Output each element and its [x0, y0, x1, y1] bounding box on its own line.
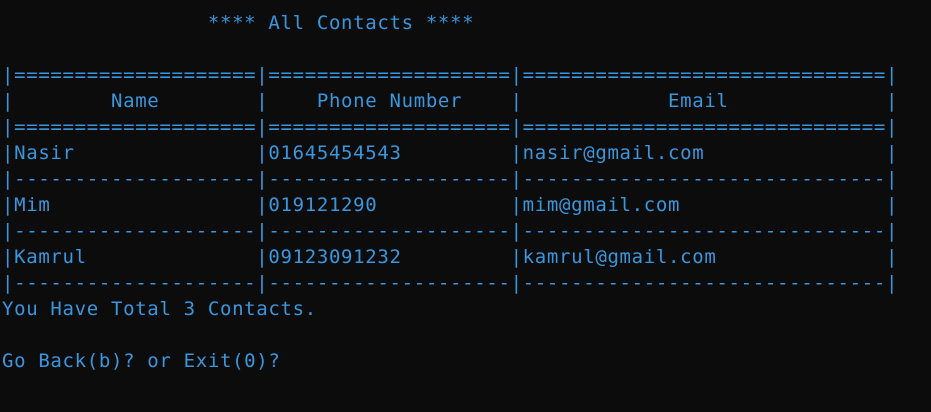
console-window: **** All Contacts **** |================…: [0, 0, 931, 412]
command-prompt[interactable]: Go Back(b)? or Exit(0)?: [2, 348, 281, 374]
table-bottom-border: |--------------------|------------------…: [2, 272, 899, 294]
table-header-row: | Name | Phone Number | Email |: [2, 90, 899, 112]
table-row-divider: |--------------------|------------------…: [2, 220, 899, 242]
table-row-divider: |--------------------|------------------…: [2, 168, 899, 190]
table-row: |Mim |019121290 |mim@gmail.com |: [2, 194, 899, 216]
table-header-border: |====================|==================…: [2, 116, 899, 138]
total-contacts-line: You Have Total 3 Contacts.: [2, 298, 317, 320]
table-top-border: |====================|==================…: [2, 64, 899, 86]
title-line: **** All Contacts ****: [2, 12, 475, 34]
table-row: |Kamrul |09123091232 |kamrul@gmail.com |: [2, 246, 899, 268]
table-row: |Nasir |01645454543 |nasir@gmail.com |: [2, 142, 899, 164]
